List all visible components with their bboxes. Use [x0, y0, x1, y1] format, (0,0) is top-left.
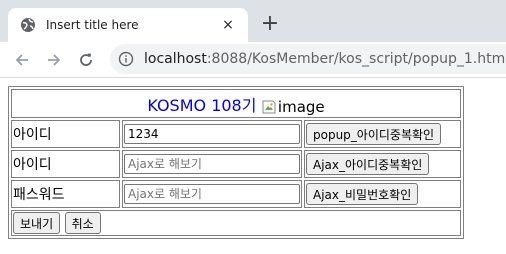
password-label: 패스워드: [11, 180, 120, 208]
password-input[interactable]: [124, 184, 300, 204]
globe-icon: [20, 17, 36, 33]
forward-arrow-icon[interactable]: [42, 48, 66, 72]
url-text: localhost:8088/KosMember/kos_script/popu…: [144, 51, 506, 67]
info-icon[interactable]: [118, 51, 134, 67]
form-row: 아이디 popup_아이디중복확인: [11, 120, 461, 148]
url-host: localhost: [144, 51, 207, 67]
member-form-table: KOSMO 108기 image 아이디 popup_아이디중복확인 아이디: [8, 86, 464, 239]
ajax-password-check-button[interactable]: Ajax_비밀번호확인: [306, 183, 419, 205]
back-arrow-icon[interactable]: [10, 48, 34, 72]
new-tab-button[interactable]: +: [258, 12, 282, 36]
ajax-id-label: 아이디: [11, 150, 120, 178]
title-cell: KOSMO 108기 image: [11, 89, 461, 118]
actions-cell: 보내기 취소: [11, 210, 461, 236]
browser-tab[interactable]: Insert title here ×: [8, 8, 248, 42]
broken-image-icon: image: [261, 98, 325, 116]
page-title: KOSMO 108기: [147, 95, 257, 115]
ajax-id-input[interactable]: [124, 154, 300, 174]
id-label: 아이디: [11, 120, 120, 148]
url-path: :8088/KosMember/kos_script/popup_1.html: [206, 51, 506, 67]
tab-title: Insert title here: [46, 18, 139, 32]
ajax-id-check-button[interactable]: Ajax_아이디중복확인: [306, 153, 430, 175]
reload-icon[interactable]: [74, 48, 98, 72]
close-tab-icon[interactable]: ×: [218, 15, 238, 35]
form-row: 패스워드 Ajax_비밀번호확인: [11, 180, 461, 208]
address-bar[interactable]: localhost:8088/KosMember/kos_script/popu…: [110, 44, 506, 74]
tab-strip: Insert title here × +: [0, 0, 506, 42]
image-alt-text: image: [277, 97, 325, 116]
submit-button[interactable]: 보내기: [13, 212, 61, 234]
form-row: 아이디 Ajax_아이디중복확인: [11, 150, 461, 178]
cancel-button[interactable]: 취소: [64, 212, 101, 234]
popup-id-check-button[interactable]: popup_아이디중복확인: [306, 123, 442, 145]
id-input[interactable]: [124, 124, 300, 144]
page-content: KOSMO 108기 image 아이디 popup_아이디중복확인 아이디: [0, 78, 506, 239]
browser-toolbar: localhost:8088/KosMember/kos_script/popu…: [0, 42, 506, 78]
